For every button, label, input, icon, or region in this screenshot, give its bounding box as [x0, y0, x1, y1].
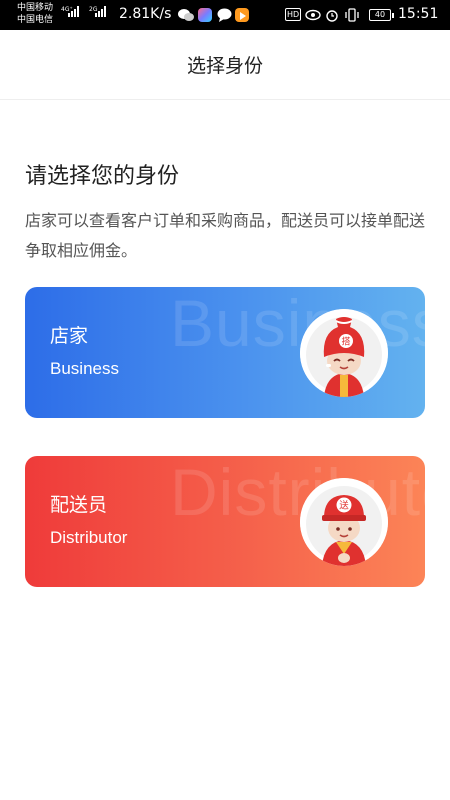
wechat-icon — [178, 9, 194, 21]
role-card-business[interactable]: Business 店家 Business 搭 — [25, 287, 425, 418]
message-icon — [217, 8, 232, 22]
carrier-labels: 中国移动 中国电信 — [17, 2, 53, 26]
role-subtitle: Distributor — [50, 528, 128, 547]
hd-voice-icon: HD — [285, 8, 302, 21]
role-subtitle: Business — [50, 359, 119, 378]
courier-avatar: 送 — [300, 478, 388, 566]
role-card-distributor[interactable]: Distributor 配送员 Distributor 送 — [25, 456, 425, 587]
alarm-icon — [326, 10, 338, 22]
signal-strength-icon — [68, 6, 79, 17]
carrier-2: 中国电信 — [17, 15, 54, 25]
status-time: 15:51 — [398, 6, 439, 22]
shopkeeper-avatar: 搭 — [300, 309, 388, 397]
page-title: 选择身份 — [186, 55, 263, 77]
carrier-1: 中国移动 — [17, 3, 54, 13]
signal-strength-icon-2 — [95, 6, 106, 17]
battery-icon: 40 — [369, 9, 394, 21]
cap-badge-text: 送 — [339, 500, 349, 512]
app-notification-icon — [198, 8, 212, 22]
page-header: 选择身份 — [0, 30, 450, 100]
section-description: 店家可以查看客户订单和采购商品，配送员可以接单配送争取相应佣金。 — [25, 211, 426, 260]
section-heading: 请选择您的身份 — [25, 164, 180, 189]
network-speed: 2.81K/s — [119, 6, 172, 22]
role-title: 店家 — [50, 325, 89, 347]
vibrate-icon — [345, 8, 359, 22]
role-title: 配送员 — [50, 494, 108, 516]
play-app-icon — [235, 8, 249, 22]
hat-badge-text: 搭 — [341, 336, 350, 348]
status-bar: 中国移动 中国电信 4G⁺ 2G 2.81K/s HD 40 15:51 — [0, 0, 450, 30]
eye-comfort-icon — [305, 9, 321, 21]
